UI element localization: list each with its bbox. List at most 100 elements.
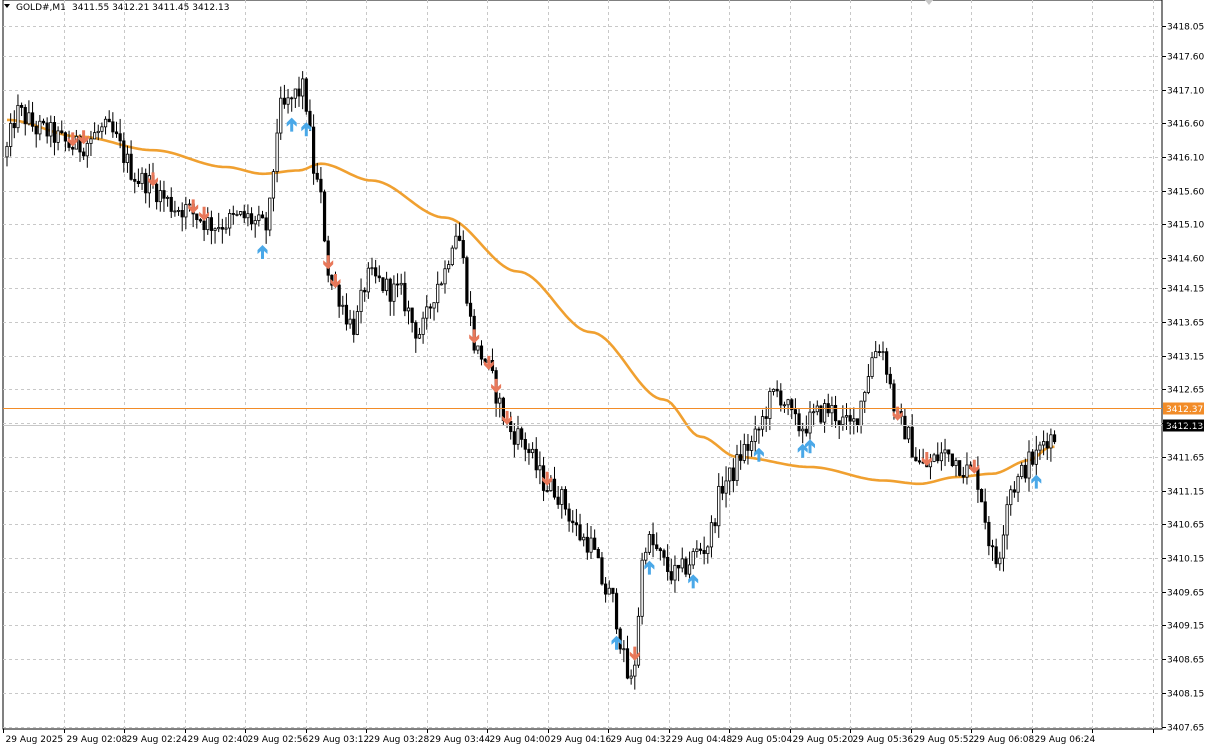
candle-body	[282, 97, 287, 105]
candle-body	[837, 420, 841, 426]
candle-body	[38, 120, 42, 135]
candle-body	[165, 196, 170, 199]
y-tick-label: 3413.65	[1167, 319, 1204, 329]
candle-body	[107, 118, 111, 123]
candle-body	[892, 383, 896, 412]
candle-body	[366, 267, 370, 293]
candle-body	[881, 351, 885, 354]
candle-body	[680, 558, 684, 569]
candle-body	[311, 126, 316, 174]
x-tick-label: 29 Aug 02:08	[67, 735, 128, 745]
candle-body	[571, 520, 575, 524]
candle-body	[560, 489, 564, 505]
candle-body	[655, 544, 659, 550]
candle-body	[428, 306, 433, 309]
candle-body	[286, 97, 290, 105]
y-tick-label: 3411.15	[1167, 488, 1204, 498]
candle-body	[169, 196, 173, 212]
candle-body	[932, 454, 936, 462]
candle-body	[1052, 434, 1057, 443]
candle-body	[658, 548, 662, 552]
candle-body	[976, 467, 980, 490]
candle-body	[195, 213, 199, 220]
candle-body	[724, 480, 728, 494]
candle-body	[9, 122, 13, 147]
candle-body	[888, 373, 892, 385]
candle-body	[337, 284, 341, 307]
candle-body	[224, 227, 228, 230]
candle-body	[457, 235, 462, 241]
candle-body	[1001, 534, 1006, 559]
candle-body	[374, 267, 378, 277]
candle-body	[687, 564, 692, 575]
candle-body	[589, 537, 593, 553]
candle-body	[695, 548, 699, 552]
y-tick-label: 3407.65	[1167, 724, 1204, 734]
candle-body	[870, 357, 874, 377]
candle-body	[12, 122, 16, 129]
x-tick-label: 29 Aug 02:24	[127, 735, 188, 745]
candle-body	[779, 390, 783, 406]
candle-body	[633, 664, 637, 677]
candle-body	[830, 404, 834, 414]
candle-body	[290, 97, 294, 100]
x-tick-label: 29 Aug 04:32	[611, 735, 672, 745]
candle-body	[206, 217, 210, 231]
candle-body	[63, 132, 67, 142]
candle-body	[100, 126, 104, 132]
y-tick-label: 3416.10	[1167, 154, 1204, 164]
candle-body	[450, 247, 454, 265]
candle-body	[410, 307, 414, 323]
candle-body	[717, 485, 721, 527]
candle-body	[943, 449, 947, 454]
candle-body	[914, 456, 918, 462]
candle-body	[731, 467, 735, 482]
candle-body	[238, 211, 243, 215]
candle-body	[96, 130, 100, 134]
candle-body	[844, 415, 849, 418]
candle-body	[622, 648, 626, 651]
candle-body	[512, 431, 516, 445]
candle-body	[728, 467, 732, 482]
candle-body	[1031, 451, 1035, 465]
candle-body	[180, 210, 184, 218]
candle-body	[27, 112, 31, 125]
candle-body	[636, 615, 641, 666]
candle-body	[144, 172, 148, 194]
candle-body	[319, 178, 323, 193]
candle-body	[983, 501, 987, 523]
candle-body	[118, 133, 122, 142]
candle-body	[958, 460, 962, 476]
candle-body	[381, 277, 385, 292]
ohlc-label: 3411.55 3412.21 3411.45 3412.13	[72, 3, 229, 13]
candle-body	[465, 257, 469, 304]
candle-body	[158, 190, 162, 203]
y-tick-label: 3408.15	[1167, 690, 1204, 700]
candle-body	[753, 428, 757, 442]
candle-body	[979, 489, 984, 503]
candle-body	[220, 227, 224, 230]
candle-body	[757, 428, 761, 431]
candle-body	[173, 210, 177, 213]
candle-body	[760, 416, 765, 430]
candle-body	[136, 180, 140, 185]
candle-body	[479, 345, 484, 360]
candle-body	[534, 448, 538, 471]
candle-body	[910, 426, 914, 458]
candle-body	[859, 400, 863, 426]
y-tick-label: 3413.15	[1167, 353, 1204, 363]
candle-body	[71, 147, 75, 150]
candle-body	[961, 475, 965, 478]
candle-body	[476, 345, 480, 351]
candle-body	[114, 131, 119, 135]
candle-body	[56, 130, 60, 143]
y-tick-label: 3414.60	[1167, 255, 1204, 265]
candle-body	[863, 392, 867, 402]
candle-body	[264, 217, 268, 231]
candle-body	[520, 428, 524, 440]
y-tick-label: 3408.65	[1167, 656, 1204, 666]
candle-body	[213, 228, 217, 231]
candle-body	[797, 413, 801, 432]
candle-body	[85, 143, 89, 157]
candle-body	[271, 171, 276, 199]
